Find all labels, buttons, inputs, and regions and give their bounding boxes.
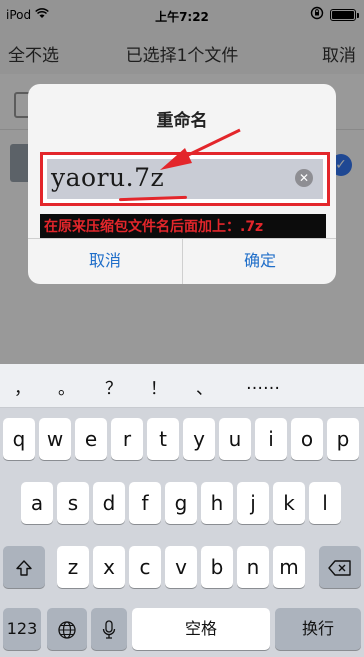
key-m[interactable]: m xyxy=(273,546,305,588)
key-x[interactable]: x xyxy=(93,546,125,588)
key-e[interactable]: e xyxy=(75,418,107,460)
cancel-button[interactable]: 取消 xyxy=(28,238,182,284)
backspace-key[interactable] xyxy=(319,546,361,588)
key-z[interactable]: z xyxy=(57,546,89,588)
suggestion-key[interactable]: ？ xyxy=(105,374,122,399)
key-v[interactable]: v xyxy=(165,546,197,588)
key-f[interactable]: f xyxy=(129,482,161,524)
key-d[interactable]: d xyxy=(93,482,125,524)
key-l[interactable]: l xyxy=(309,482,341,524)
globe-icon xyxy=(58,620,76,639)
clear-icon[interactable]: ✕ xyxy=(295,169,313,187)
key-n[interactable]: n xyxy=(237,546,269,588)
key-r[interactable]: r xyxy=(111,418,143,460)
key-j[interactable]: j xyxy=(237,482,269,524)
key-t[interactable]: t xyxy=(147,418,179,460)
microphone-key[interactable] xyxy=(91,608,127,650)
key-p[interactable]: p xyxy=(327,418,359,460)
shift-key[interactable] xyxy=(3,546,45,588)
key-h[interactable]: h xyxy=(201,482,233,524)
key-i[interactable]: i xyxy=(255,418,287,460)
key-w[interactable]: w xyxy=(39,418,71,460)
input-highlight-box: yaoru.7z ✕ xyxy=(40,152,330,206)
underline-mark xyxy=(118,195,188,202)
key-g[interactable]: g xyxy=(165,482,197,524)
filename-input-value: yaoru.7z xyxy=(51,163,165,192)
key-s[interactable]: s xyxy=(57,482,89,524)
key-b[interactable]: b xyxy=(201,546,233,588)
suggestion-bar: ， 。 ？ ！ 、 …… xyxy=(0,364,364,408)
confirm-button[interactable]: 确定 xyxy=(183,238,336,284)
suggestion-key[interactable]: ！ xyxy=(150,374,167,399)
shift-icon xyxy=(16,559,32,576)
key-c[interactable]: c xyxy=(129,546,161,588)
suggestion-key[interactable]: ， xyxy=(14,374,31,399)
annotation-label: 在原来压缩包文件名后面加上：.7z xyxy=(40,214,326,238)
key-y[interactable]: y xyxy=(183,418,215,460)
backspace-icon xyxy=(328,559,351,576)
microphone-icon xyxy=(102,619,116,639)
dialog-title: 重命名 xyxy=(156,111,208,131)
return-key[interactable]: 换行 xyxy=(275,608,361,650)
globe-key[interactable] xyxy=(47,608,87,650)
key-u[interactable]: u xyxy=(219,418,251,460)
key-q[interactable]: q xyxy=(3,418,35,460)
keyboard: ， 。 ？ ！ 、 …… q w e r t y u i o p a s d f… xyxy=(0,364,364,657)
key-a[interactable]: a xyxy=(21,482,53,524)
key-k[interactable]: k xyxy=(273,482,305,524)
suggestion-key[interactable]: 。 xyxy=(58,374,75,399)
suggestion-key[interactable]: 、 xyxy=(196,374,213,399)
suggestion-key[interactable]: …… xyxy=(246,374,280,394)
space-key[interactable]: 空格 xyxy=(132,608,270,650)
filename-input[interactable]: yaoru.7z xyxy=(47,159,323,202)
key-o[interactable]: o xyxy=(291,418,323,460)
numbers-key[interactable]: 123 xyxy=(3,608,41,650)
rename-dialog: 重命名 yaoru.7z ✕ 在原来压缩包文件名后面加上：.7z 取消 确定 xyxy=(28,84,336,284)
